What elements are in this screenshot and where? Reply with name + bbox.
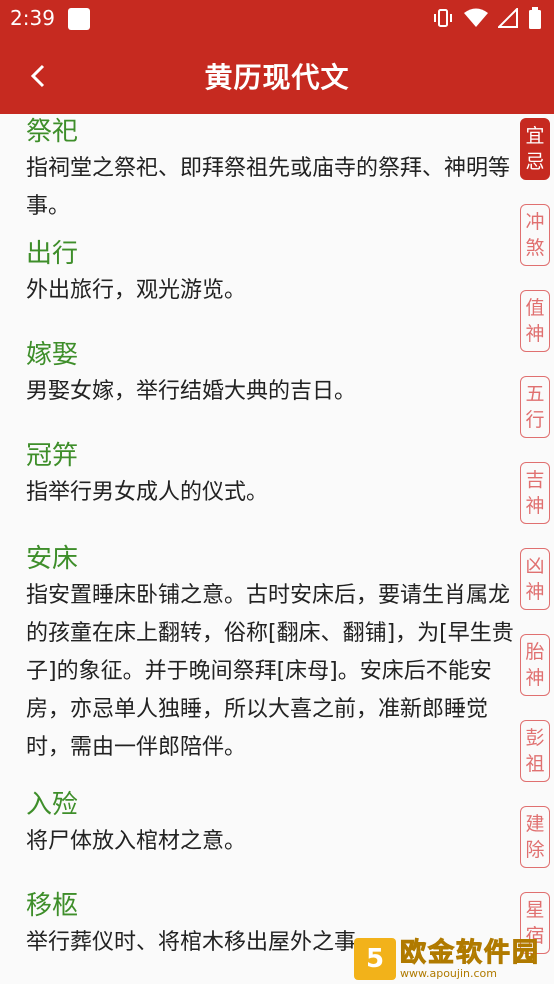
term-name: 嫁娶: [26, 340, 79, 370]
index-tab-char: 宜: [525, 125, 545, 147]
index-tab-char: 建: [525, 813, 545, 835]
index-tab-char: 煞: [525, 237, 545, 259]
list-item: 安床 指安置睡床卧铺之意。古时安床后，要请生肖属龙的孩童在床上翻转，俗称[翻床、…: [0, 541, 554, 787]
term-name: 入殓: [26, 790, 79, 820]
watermark: 5 欧金软件园 www.apoujin.com: [354, 936, 546, 982]
term-description: 指安置睡床卧铺之意。古时安床后，要请生肖属龙的孩童在床上翻转，俗称[翻床、翻铺]…: [26, 583, 514, 760]
list-item: 出行 外出旅行，观光游览。: [0, 236, 554, 337]
index-tab-char: 值: [525, 297, 545, 319]
signal-icon: [498, 8, 518, 28]
index-tab-char: 冲: [525, 211, 545, 233]
index-tab-char: 五: [525, 383, 545, 405]
index-tab-wu-xing[interactable]: 五 行: [520, 376, 550, 438]
watermark-brand: 欧金软件园 www.apoujin.com: [399, 937, 541, 980]
watermark-brand-name: 欧金软件园: [399, 937, 541, 968]
index-tab-xiong-shen[interactable]: 凶 神: [520, 548, 550, 610]
index-tab-char: 神: [525, 667, 545, 689]
index-tab-yi-ji[interactable]: 宜 忌: [520, 118, 550, 180]
term-name: 移柩: [26, 891, 79, 921]
index-tab-char: 凶: [525, 555, 545, 577]
glossary-list[interactable]: 祭祀 指祠堂之祭祀、即拜祭祖先或庙寺的祭拜、神明等事。 出行 外出旅行，观光游览…: [0, 114, 554, 984]
index-tab-char: 神: [525, 323, 545, 345]
index-tab-zhi-shen[interactable]: 值 神: [520, 290, 550, 352]
page-title: 黄历现代文: [204, 61, 350, 94]
index-tab-char: 忌: [525, 151, 545, 173]
watermark-logo: 5: [354, 938, 396, 980]
index-tab-char: 吉: [525, 469, 545, 491]
term-name: 祭祀: [26, 117, 79, 147]
term-name: 冠笄: [26, 441, 79, 471]
status-bar: 2:39: [0, 0, 554, 38]
term-description: 外出旅行，观光游览。: [26, 278, 247, 303]
term-description: 指祠堂之祭祀、即拜祭祖先或庙寺的祭拜、神明等事。: [26, 156, 511, 219]
status-time: 2:39: [10, 6, 55, 30]
term-name: 出行: [26, 239, 79, 269]
index-tab-char: 胎: [525, 641, 545, 663]
index-tab-chong-sha[interactable]: 冲 煞: [520, 204, 550, 266]
term-description: 指举行男女成人的仪式。: [26, 480, 269, 505]
notification-icon: [68, 8, 90, 30]
index-tab-char: 神: [525, 495, 545, 517]
watermark-url: www.apoujin.com: [400, 966, 497, 980]
wifi-icon: [464, 8, 488, 27]
index-tab-char: 祖: [525, 753, 545, 775]
index-tab-char: 除: [525, 839, 545, 861]
term-name: 安床: [26, 544, 79, 574]
index-tab-ji-shen[interactable]: 吉 神: [520, 462, 550, 524]
battery-icon: [529, 7, 541, 29]
vibrate-icon: [434, 9, 452, 27]
index-tab-peng-zu[interactable]: 彭 祖: [520, 720, 550, 782]
index-tab-char: 彭: [525, 727, 545, 749]
list-item: 嫁娶 男娶女嫁，举行结婚大典的吉日。: [0, 337, 554, 438]
index-tab-char: 行: [525, 409, 545, 431]
term-description: 将尸体放入棺材之意。: [26, 829, 247, 854]
term-description: 男娶女嫁，举行结婚大典的吉日。: [26, 379, 357, 404]
list-item: 入殓 将尸体放入棺材之意。: [0, 787, 554, 888]
index-tab-jian-chu[interactable]: 建 除: [520, 806, 550, 868]
list-item: 冠笄 指举行男女成人的仪式。: [0, 438, 554, 541]
list-item: 祭祀 指祠堂之祭祀、即拜祭祖先或庙寺的祭拜、神明等事。: [0, 114, 554, 236]
index-tab-char: 星: [525, 899, 545, 921]
system-icons: [432, 7, 542, 29]
app-bar: 黄历现代文: [0, 38, 554, 114]
index-tab-char: 神: [525, 581, 545, 603]
index-tab-tai-shen[interactable]: 胎 神: [520, 634, 550, 696]
